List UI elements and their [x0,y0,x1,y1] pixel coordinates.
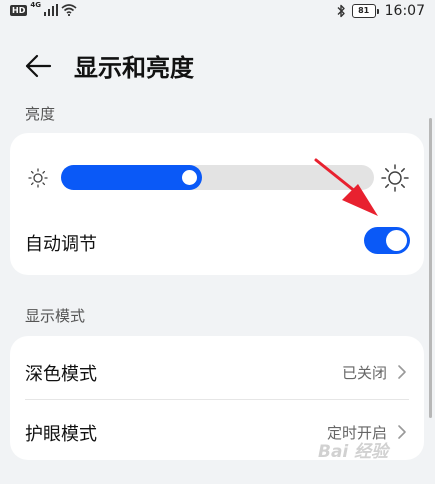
auto-adjust-toggle-knob [386,230,407,251]
sun-large-icon [381,164,409,192]
scrollbar[interactable] [429,118,432,418]
brightness-slider-fill [61,165,202,190]
bluetooth-icon [337,4,345,18]
brightness-section-title: 亮度 [25,105,56,123]
auto-adjust-label: 自动调节 [25,234,97,255]
status-time: 16:07 [384,3,425,19]
battery-tip [376,8,379,14]
back-button[interactable] [22,50,54,82]
network-type-badge: 4G [30,1,41,9]
battery-icon: 81 [351,4,379,18]
eye-comfort-label: 护眼模式 [25,424,97,445]
chevron-right-icon [398,425,406,439]
page-title: 显示和亮度 [74,54,194,82]
chevron-right-icon [398,365,406,379]
display-mode-section-title: 显示模式 [25,307,86,325]
hd-badge: HD [10,4,28,16]
dark-mode-label: 深色模式 [25,364,97,385]
annotation-arrow-icon [314,158,378,216]
brightness-slider-thumb[interactable] [182,170,197,185]
battery-level: 81 [351,4,376,18]
arrow-left-icon [25,54,52,78]
auto-adjust-toggle[interactable] [364,227,410,254]
signal-icon [43,4,58,16]
sun-small-icon [28,168,48,188]
status-bar: HD 4G 81 16:07 [0,0,435,24]
dark-mode-value: 已关闭 [341,364,387,382]
status-right: 81 16:07 [336,3,425,19]
watermark: Bai 经验 [318,442,389,462]
wifi-icon [61,4,77,16]
status-left: HD 4G [10,1,77,16]
